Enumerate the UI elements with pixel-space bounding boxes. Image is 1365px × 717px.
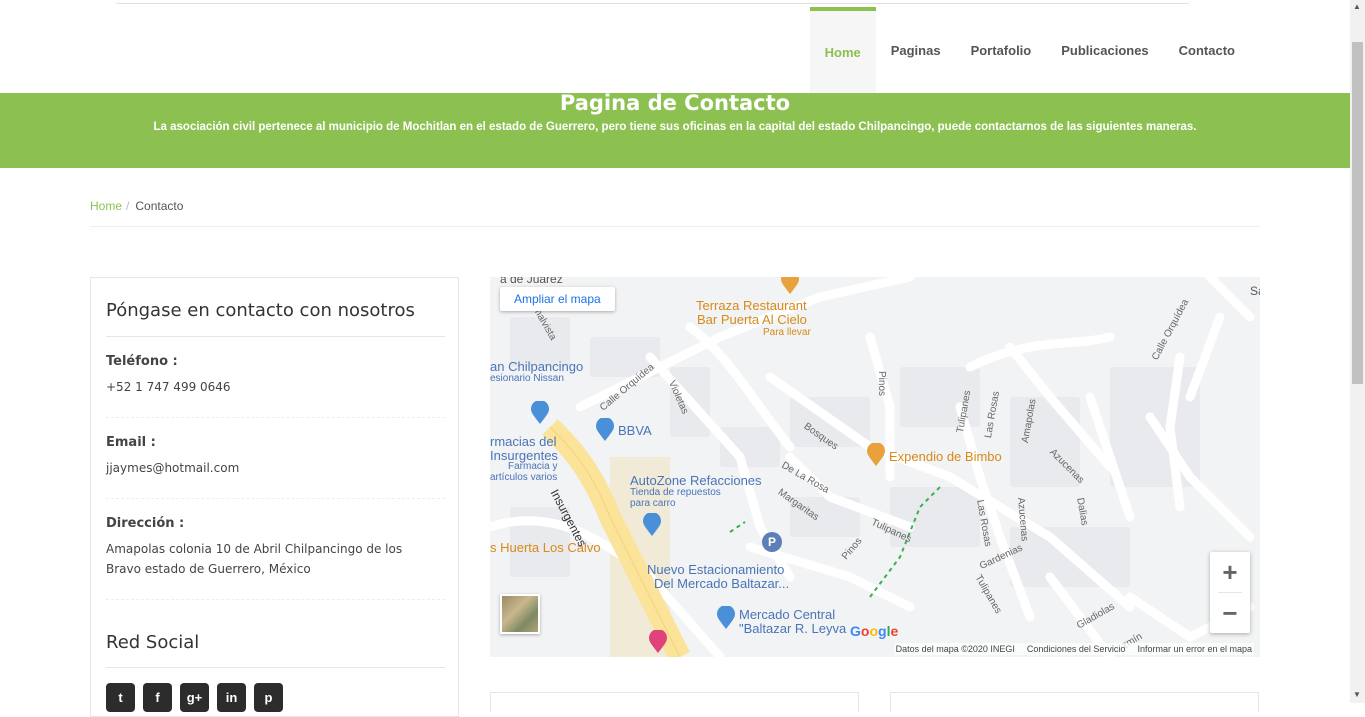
phone-value: +52 1 747 499 0646 (106, 380, 231, 394)
map-label-nissan: esionario Nissan (490, 373, 564, 384)
google-map[interactable]: P a de Juárez Terraza Restaurant Bar Pue… (490, 277, 1260, 657)
breadcrumb-current: Contacto (135, 199, 184, 213)
map-label-sa: Sa (1250, 284, 1260, 298)
breadcrumb-separator: / (126, 199, 130, 213)
bottom-card-left (490, 692, 859, 712)
map-data-credit: Datos del mapa ©2020 INEGI (895, 644, 1015, 654)
map-label-baltazar: "Baltazar R. Leyva (739, 621, 847, 636)
zoom-in-button[interactable]: + (1210, 552, 1250, 592)
scrollbar-thumb[interactable] (1352, 42, 1363, 384)
satellite-toggle[interactable] (500, 594, 540, 634)
map-label-articulos: artículos varios (490, 472, 558, 483)
page-scrollbar[interactable]: ▲ ▼ (1350, 0, 1365, 703)
social-title: Red Social (106, 632, 200, 653)
main-nav: Home Paginas Portafolio Publicaciones Co… (809, 7, 1250, 93)
nav-paginas[interactable]: Paginas (876, 7, 956, 93)
scroll-up-icon[interactable]: ▲ (1353, 2, 1361, 11)
report-error-link[interactable]: Informar un error en el mapa (1137, 644, 1252, 654)
top-strip-edge (115, 0, 1190, 4)
email-label: Email : (106, 435, 156, 450)
nav-publicaciones[interactable]: Publicaciones (1046, 7, 1163, 93)
restaurant-pin-icon[interactable] (780, 277, 800, 295)
breadcrumb-home-link[interactable]: Home (90, 199, 122, 213)
page-subtitle: La asociación civil pertenece al municip… (153, 121, 1197, 133)
linkedin-icon[interactable]: in (217, 683, 246, 712)
address-divider (106, 599, 445, 600)
map-label-expendio: Expendio de Bimbo (889, 449, 1002, 464)
email-divider (106, 498, 445, 499)
nav-home[interactable]: Home (809, 7, 876, 93)
bottom-card-right (890, 692, 1259, 712)
map-label-autozone: AutoZone Refacciones (630, 473, 762, 488)
map-label-farmacia: Farmacia y (508, 461, 558, 472)
email-value[interactable]: jjaymes@hotmail.com (106, 458, 436, 478)
twitter-icon[interactable]: t (106, 683, 135, 712)
zoom-control: + − (1210, 552, 1250, 633)
contact-panel: Póngase en contacto con nosotros Teléfon… (90, 277, 459, 717)
nav-contacto[interactable]: Contacto (1164, 7, 1250, 93)
phone-divider (106, 417, 445, 418)
enlarge-map-button[interactable]: Ampliar el mapa (500, 287, 615, 311)
map-label-pinos: Pinos (876, 371, 887, 397)
map-label-estacionamiento: Nuevo Estacionamiento (647, 562, 785, 577)
map-label-chilpancingo: an Chilpancingo (490, 359, 584, 374)
store-pin-icon[interactable] (642, 513, 662, 537)
facebook-icon[interactable]: f (143, 683, 172, 712)
map-label-para-llevar: Para llevar (763, 327, 811, 338)
bank-pin-icon[interactable] (595, 418, 615, 442)
scroll-down-icon[interactable]: ▼ (1353, 690, 1361, 699)
shopping-pin-icon[interactable] (530, 401, 550, 425)
map-label-bar: Bar Puerta Al Cielo (697, 312, 807, 327)
breadcrumb: Home / Contacto (90, 199, 183, 213)
zoom-out-button[interactable]: − (1210, 593, 1250, 633)
breadcrumb-divider (90, 226, 1260, 227)
map-label-mercado-central: Mercado Central (739, 607, 836, 622)
map-label-para-carro: para carro (630, 498, 676, 509)
social-divider (106, 667, 445, 668)
terms-link[interactable]: Condiciones del Servicio (1027, 644, 1126, 654)
pinterest-icon[interactable]: p (254, 683, 283, 712)
google-plus-icon[interactable]: g+ (180, 683, 209, 712)
google-logo: Google (850, 623, 899, 639)
map-label-del-mercado: Del Mercado Baltazar... (654, 576, 790, 591)
contact-panel-title: Póngase en contacto con nosotros (106, 300, 415, 321)
parking-icon[interactable]: P (762, 532, 782, 552)
address-value: Amapolas colonia 10 de Abril Chilpancing… (106, 542, 403, 576)
map-attribution: Datos del mapa ©2020 INEGI Condiciones d… (893, 643, 1254, 655)
phone-label: Teléfono : (106, 354, 178, 369)
navbar: Home Paginas Portafolio Publicaciones Co… (0, 7, 1350, 93)
page-header-banner: Pagina de Contacto La asociación civil p… (0, 91, 1350, 168)
market-pin-icon[interactable] (716, 606, 736, 630)
address-label: Dirección : (106, 516, 185, 531)
social-icons: t f g+ in p (106, 683, 283, 712)
map-label-juarez: a de Juárez (500, 277, 563, 286)
map-label-tienda: Tienda de repuestos (630, 487, 721, 498)
map-label-terraza: Terraza Restaurant (696, 298, 807, 313)
nav-portafolio[interactable]: Portafolio (956, 7, 1047, 93)
page-title: Pagina de Contacto (559, 91, 791, 115)
map-roads (490, 277, 1255, 657)
hotel-pin-icon[interactable] (648, 630, 668, 654)
title-divider (106, 336, 445, 337)
map-label-bbva: BBVA (618, 423, 652, 438)
map-label-farmacias: rmacias del (490, 434, 557, 449)
bakery-pin-icon[interactable] (866, 443, 886, 467)
